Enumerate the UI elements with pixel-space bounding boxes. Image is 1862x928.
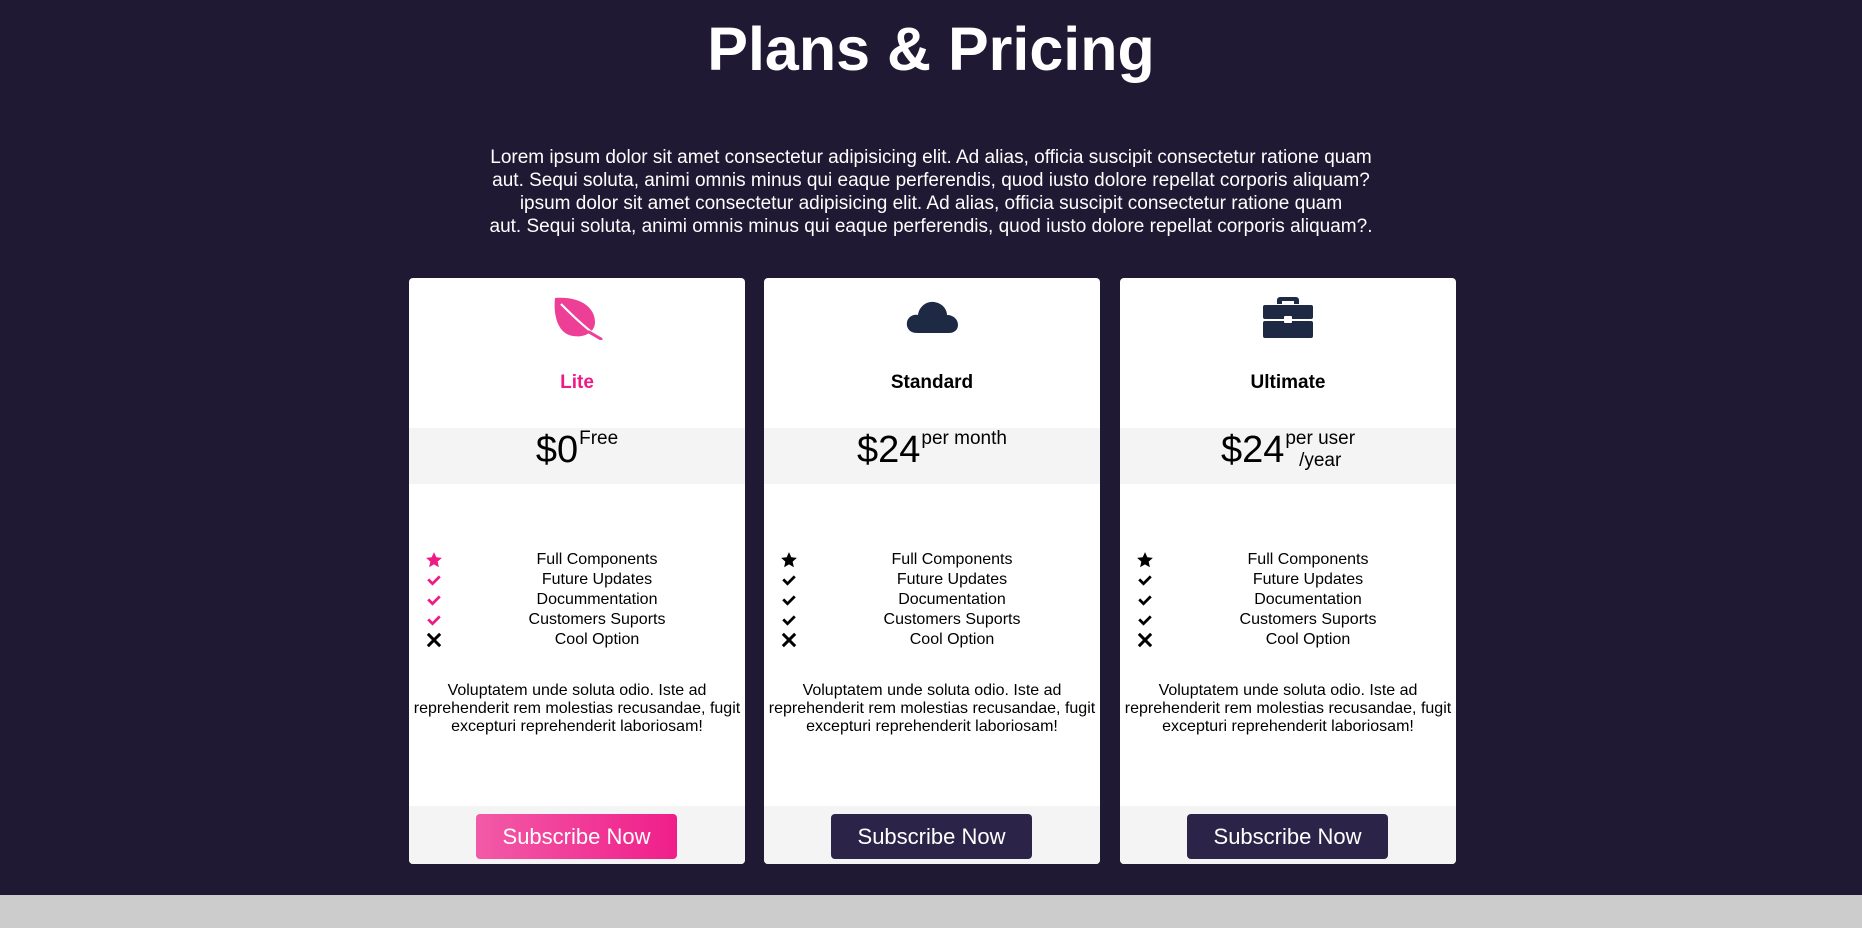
plan-description: Voluptatem unde soluta odio. Iste ad rep…	[768, 682, 1096, 735]
feature-label: Future Updates	[896, 571, 1008, 588]
page-title: Plans & Pricing	[707, 15, 1155, 83]
check-icon	[1136, 611, 1154, 629]
price-amount: $0	[535, 429, 579, 471]
price-band: $0 Free	[409, 428, 745, 484]
pricing-card-standard: Standard $24 per month Full Components F…	[764, 278, 1100, 864]
x-icon	[425, 631, 443, 649]
card-footer: Subscribe Now	[409, 806, 745, 864]
price-period-line: /year	[1299, 450, 1342, 471]
feature-label: Future Updates	[1252, 571, 1364, 588]
feature-item: Documentation	[1120, 590, 1456, 610]
intro-line: Lorem ipsum dolor sit amet consectetur a…	[490, 147, 1372, 168]
star-icon	[1136, 551, 1154, 569]
check-icon	[425, 611, 443, 629]
briefcase-icon	[1120, 292, 1456, 342]
feature-item: Customers Suports	[409, 610, 745, 630]
feature-label: Cool Option	[1265, 631, 1351, 648]
feature-label: Cool Option	[909, 631, 995, 648]
feature-item: Full Components	[764, 550, 1100, 570]
plan-description: Voluptatem unde soluta odio. Iste ad rep…	[413, 682, 741, 735]
feature-item: Cool Option	[409, 630, 745, 650]
feature-label: Customers Suports	[883, 611, 1021, 628]
intro-line: aut. Sequi soluta, animi omnis minus qui…	[489, 216, 1373, 237]
feature-item: Future Updates	[764, 570, 1100, 590]
price-period: per month	[921, 428, 1007, 449]
feature-item: Customers Suports	[764, 610, 1100, 630]
check-icon	[1136, 571, 1154, 589]
feature-item: Customers Suports	[1120, 610, 1456, 630]
feature-item: Full Components	[409, 550, 745, 570]
star-icon	[780, 551, 798, 569]
page-bottom-bar	[0, 895, 1862, 928]
subscribe-button-ultimate[interactable]: Subscribe Now	[1187, 814, 1388, 859]
intro-text: Lorem ipsum dolor sit amet consectetur a…	[461, 146, 1401, 238]
check-icon	[1136, 591, 1154, 609]
leaf-icon	[409, 292, 745, 342]
feature-label: Full Components	[891, 551, 1013, 568]
feature-item: Documentation	[764, 590, 1100, 610]
pricing-card-lite: Lite $0 Free Full Components Future Upda…	[409, 278, 745, 864]
x-icon	[1136, 631, 1154, 649]
page-background: Plans & Pricing Lorem ipsum dolor sit am…	[0, 0, 1862, 895]
intro-line: ipsum dolor sit amet consectetur adipisi…	[519, 193, 1343, 214]
feature-item: Full Components	[1120, 550, 1456, 570]
check-icon	[780, 591, 798, 609]
check-icon	[780, 571, 798, 589]
price-band: $24 per month	[764, 428, 1100, 484]
plan-name: Lite	[560, 372, 594, 393]
feature-item: Cool Option	[1120, 630, 1456, 650]
plan-name: Standard	[890, 372, 974, 393]
feature-item: Docummentation	[409, 590, 745, 610]
feature-label: Docummentation	[536, 591, 658, 608]
subscribe-button-lite[interactable]: Subscribe Now	[476, 814, 677, 859]
pricing-card-ultimate: Ultimate $24 per user /year Full Compone…	[1120, 278, 1456, 864]
price-amount: $24	[1220, 429, 1285, 471]
card-footer: Subscribe Now	[1120, 806, 1456, 864]
check-icon	[425, 571, 443, 589]
feature-label: Full Components	[1247, 551, 1369, 568]
feature-item: Future Updates	[1120, 570, 1456, 590]
feature-label: Customers Suports	[1239, 611, 1377, 628]
feature-list: Full Components Future Updates Documment…	[409, 550, 745, 650]
check-icon	[780, 611, 798, 629]
price-period-line: per user	[1285, 428, 1356, 449]
price-period: Free	[579, 428, 619, 449]
feature-item: Cool Option	[764, 630, 1100, 650]
feature-label: Documentation	[898, 591, 1006, 608]
feature-label: Future Updates	[541, 571, 653, 588]
plan-name: Ultimate	[1250, 372, 1326, 393]
x-icon	[780, 631, 798, 649]
price-period: per user /year	[1285, 428, 1355, 472]
intro-line: aut. Sequi soluta, animi omnis minus qui…	[492, 170, 1370, 191]
subscribe-button-standard[interactable]: Subscribe Now	[831, 814, 1032, 859]
feature-list: Full Components Future Updates Documenta…	[1120, 550, 1456, 650]
star-icon	[425, 551, 443, 569]
cloud-icon	[764, 292, 1100, 342]
feature-label: Cool Option	[554, 631, 640, 648]
feature-label: Full Components	[536, 551, 658, 568]
price-amount: $24	[857, 429, 921, 471]
feature-label: Documentation	[1254, 591, 1362, 608]
price-band: $24 per user /year	[1120, 428, 1456, 484]
plan-description: Voluptatem unde soluta odio. Iste ad rep…	[1124, 682, 1452, 735]
check-icon	[425, 591, 443, 609]
feature-list: Full Components Future Updates Documenta…	[764, 550, 1100, 650]
feature-label: Customers Suports	[528, 611, 666, 628]
card-footer: Subscribe Now	[764, 806, 1100, 864]
feature-item: Future Updates	[409, 570, 745, 590]
